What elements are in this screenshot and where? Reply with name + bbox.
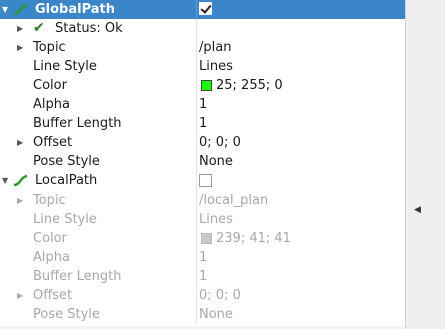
display-name: GlobalPath bbox=[35, 2, 116, 17]
property-value[interactable]: 25; 255; 0 bbox=[216, 76, 283, 95]
tree-row-color[interactable]: Color 239; 41; 41 bbox=[0, 229, 405, 248]
expand-arrow-icon[interactable]: ▼ bbox=[2, 0, 8, 19]
display-properties-tree: ▼ GlobalPath ▶ ✔ Status: Ok ▶ Topic /pla… bbox=[0, 0, 405, 329]
property-label: Topic bbox=[33, 40, 66, 55]
tree-row-buffer-length[interactable]: Buffer Length 1 bbox=[0, 114, 405, 133]
property-label: Line Style bbox=[33, 59, 97, 74]
property-label: Buffer Length bbox=[33, 269, 122, 284]
property-value[interactable]: Lines bbox=[199, 210, 233, 229]
property-label: Buffer Length bbox=[33, 116, 122, 131]
property-label: Alpha bbox=[33, 250, 70, 265]
expand-arrow-icon[interactable]: ▶ bbox=[17, 191, 23, 210]
tree-row-pose-style[interactable]: Pose Style None bbox=[0, 152, 405, 171]
display-name: LocalPath bbox=[35, 173, 98, 188]
property-value[interactable]: 0; 0; 0 bbox=[199, 286, 241, 305]
tree-row-alpha[interactable]: Alpha 1 bbox=[0, 95, 405, 114]
tree-row-globalpath[interactable]: ▼ GlobalPath bbox=[0, 0, 405, 19]
tree-row-alpha[interactable]: Alpha 1 bbox=[0, 248, 405, 267]
property-value[interactable]: None bbox=[199, 152, 233, 171]
tree-row-offset[interactable]: ▶ Offset 0; 0; 0 bbox=[0, 133, 405, 152]
property-value[interactable]: Lines bbox=[199, 57, 233, 76]
collapse-arrow-icon[interactable]: ◀ bbox=[414, 205, 421, 215]
expand-arrow-icon[interactable]: ▶ bbox=[17, 133, 23, 152]
property-label: Offset bbox=[33, 135, 73, 150]
property-value[interactable]: 1 bbox=[199, 248, 207, 267]
property-value[interactable]: 239; 41; 41 bbox=[216, 229, 291, 248]
color-swatch[interactable] bbox=[201, 80, 212, 91]
path-display-icon bbox=[13, 174, 28, 187]
tree-row-line-style[interactable]: Line Style Lines bbox=[0, 210, 405, 229]
property-label: Topic bbox=[33, 193, 66, 208]
property-label: Pose Style bbox=[33, 154, 100, 169]
status-label: Status: Ok bbox=[55, 21, 123, 36]
tree-row-line-style[interactable]: Line Style Lines bbox=[0, 57, 405, 76]
tree-row-buffer-length[interactable]: Buffer Length 1 bbox=[0, 267, 405, 286]
property-value[interactable]: /local_plan bbox=[199, 191, 268, 210]
property-value[interactable]: 1 bbox=[199, 95, 207, 114]
tree-row-topic[interactable]: ▶ Topic /plan bbox=[0, 38, 405, 57]
tree-row-offset[interactable]: ▶ Offset 0; 0; 0 bbox=[0, 286, 405, 305]
tree-row-color[interactable]: Color 25; 255; 0 bbox=[0, 76, 405, 95]
enable-checkbox[interactable] bbox=[199, 174, 212, 187]
property-label: Color bbox=[33, 78, 67, 93]
property-label: Pose Style bbox=[33, 307, 100, 322]
property-label: Alpha bbox=[33, 97, 70, 112]
expand-arrow-icon[interactable]: ▶ bbox=[17, 38, 23, 57]
tree-row-localpath[interactable]: ▼ LocalPath bbox=[0, 171, 405, 191]
expand-arrow-icon[interactable]: ▶ bbox=[17, 19, 23, 38]
checkmark-icon: ✔ bbox=[33, 20, 45, 36]
property-label: Color bbox=[33, 231, 67, 246]
tree-row-pose-style[interactable]: Pose Style None bbox=[0, 305, 405, 324]
expand-arrow-icon[interactable]: ▼ bbox=[2, 171, 8, 190]
enable-checkbox[interactable] bbox=[199, 2, 212, 15]
color-swatch[interactable] bbox=[201, 233, 212, 244]
property-value[interactable]: 1 bbox=[199, 114, 207, 133]
expand-arrow-icon[interactable]: ▶ bbox=[17, 286, 23, 305]
property-label: Offset bbox=[33, 288, 73, 303]
property-value[interactable]: None bbox=[199, 305, 233, 324]
side-panel: ◀ bbox=[405, 0, 445, 329]
property-label: Line Style bbox=[33, 212, 97, 227]
property-value[interactable]: 1 bbox=[199, 267, 207, 286]
tree-row-topic[interactable]: ▶ Topic /local_plan bbox=[0, 191, 405, 210]
path-display-icon bbox=[13, 3, 28, 16]
property-value[interactable]: 0; 0; 0 bbox=[199, 133, 241, 152]
property-value[interactable]: /plan bbox=[199, 38, 231, 57]
tree-row-status[interactable]: ▶ ✔ Status: Ok bbox=[0, 19, 405, 38]
